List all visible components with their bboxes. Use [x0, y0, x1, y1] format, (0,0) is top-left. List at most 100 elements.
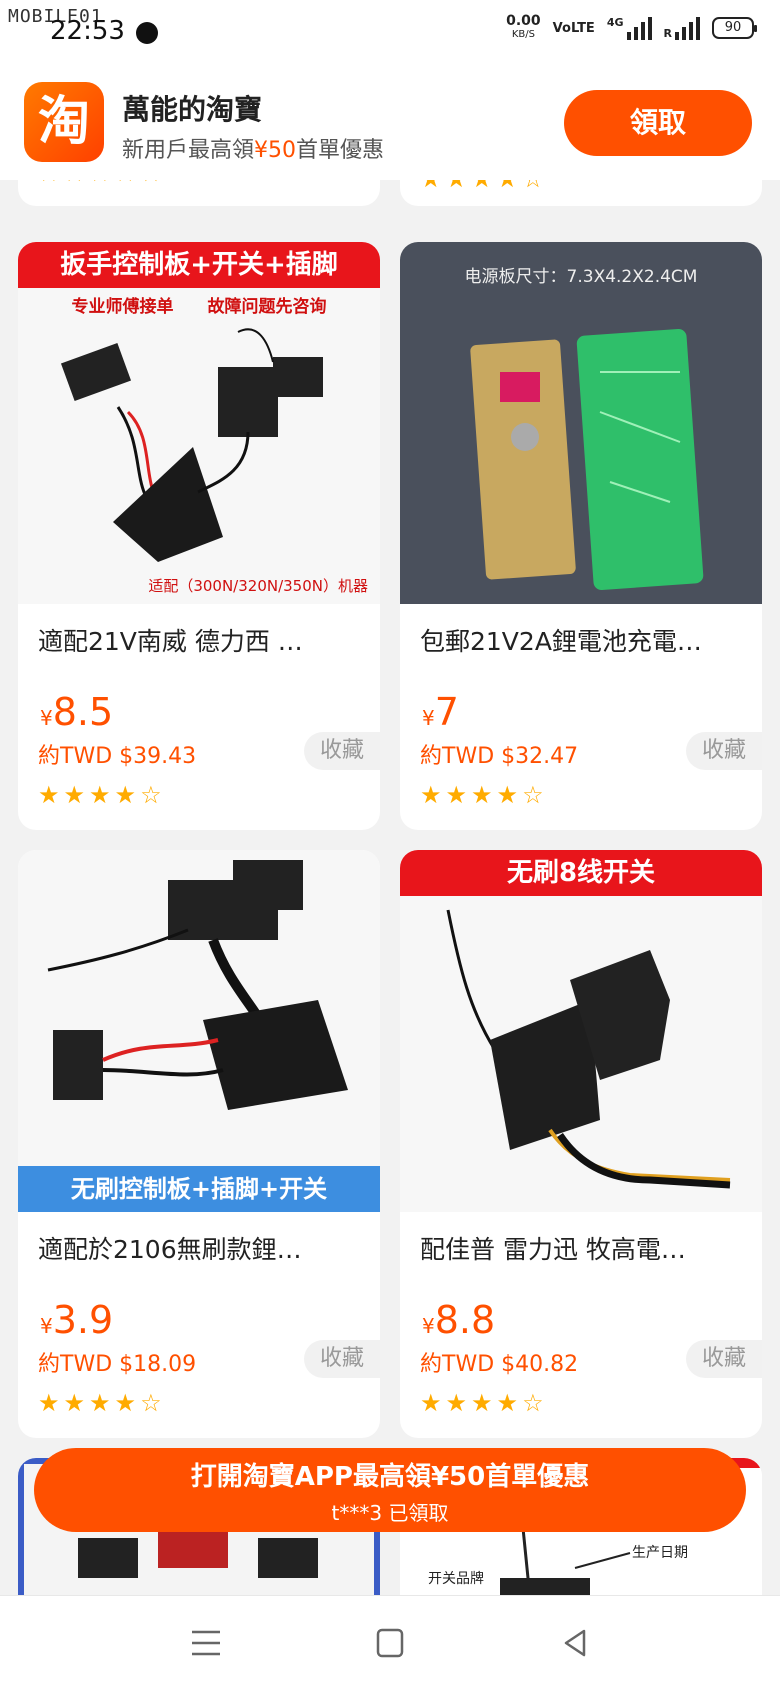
- product-feed[interactable]: ★★★★☆ ★★★★☆ 扳手控制板+开关+插脚 专业师傅接单 故障问题先咨询 适…: [0, 180, 780, 1595]
- system-navigation-bar: [0, 1595, 780, 1690]
- star-empty-icon: ☆: [522, 1389, 544, 1417]
- back-triangle-icon[interactable]: [556, 1626, 596, 1660]
- product-price: ¥8.8: [422, 1298, 495, 1342]
- rating-stars: ★★★★☆: [420, 782, 544, 808]
- status-icons: 0.00 KB/S VoLTE 4G R 90: [506, 14, 757, 42]
- product-image[interactable]: 扳手控制板+开关+插脚 专业师傅接单 故障问题先咨询 适配（300N/320N/…: [18, 242, 380, 604]
- price-currency: ¥: [40, 1314, 53, 1338]
- star-icon: ★: [471, 781, 493, 809]
- cta-main-text: 打開淘寶APP最高領¥50首單優惠: [190, 1462, 590, 1492]
- home-square-icon[interactable]: [370, 1626, 410, 1660]
- diagram-label: 生产日期: [632, 1545, 688, 1561]
- open-app-cta-button[interactable]: 打開淘寶APP最高領¥50首單優惠 t***3 已領取: [34, 1448, 746, 1532]
- price-twd: 約TWD $40.82: [420, 1352, 579, 1377]
- app-subtitle-post: 首單優惠: [296, 138, 385, 163]
- claim-button[interactable]: 領取: [564, 90, 752, 156]
- price-value: 8.5: [52, 690, 114, 734]
- favorite-button[interactable]: 收藏: [686, 732, 762, 770]
- product-card-partial[interactable]: ★★★★☆: [18, 180, 380, 206]
- app-subtitle-amount: ¥50: [254, 138, 297, 163]
- power-board-illustration: [470, 329, 704, 590]
- net-speed: 0.00 KB/S: [506, 14, 541, 42]
- star-icon: ★: [38, 180, 60, 186]
- product-title[interactable]: 適配21V南威 德力西 …: [38, 622, 358, 658]
- star-icon: ★: [420, 1389, 442, 1417]
- price-twd: 約TWD $39.43: [38, 744, 197, 769]
- star-icon: ★: [114, 1389, 137, 1417]
- star-icon: ★: [89, 1389, 111, 1417]
- star-icon: ★: [471, 1389, 493, 1417]
- star-empty-icon: ☆: [522, 781, 544, 809]
- star-icon: ★: [420, 781, 442, 809]
- star-icon: ★: [63, 1389, 86, 1417]
- net-speed-unit: KB/S: [511, 29, 535, 40]
- star-icon: ★: [64, 180, 86, 186]
- product-card[interactable]: 无刷8线开关 配佳普 雷力迅 牧高電… ¥8.8 約TWD $40.82 收藏 …: [400, 850, 762, 1438]
- product-price: ¥8.5: [40, 690, 113, 734]
- image-footer-banner: 无刷控制板+插脚+开关: [18, 1166, 380, 1212]
- star-icon: ★: [63, 781, 86, 809]
- product-image[interactable]: 无刷控制板+插脚+开关: [18, 850, 380, 1212]
- product-image[interactable]: 无刷8线开关: [400, 850, 762, 1212]
- product-image[interactable]: 电源板尺寸：7.3X4.2X2.4CM: [400, 242, 762, 604]
- menu-icon[interactable]: [186, 1626, 226, 1660]
- favorite-button[interactable]: 收藏: [304, 1340, 380, 1378]
- status-time: 22:53: [50, 16, 125, 46]
- star-icon: ★: [471, 180, 493, 192]
- price-twd: 約TWD $18.09: [38, 1352, 197, 1377]
- product-card[interactable]: 无刷控制板+插脚+开关 適配於2106無刷款鋰… ¥3.9 約TWD $18.0…: [18, 850, 380, 1438]
- app-subtitle: 新用戶最高領¥50首單優惠: [122, 132, 384, 164]
- app-download-banner[interactable]: 淘 萬能的淘寶 新用戶最高領¥50首單優惠 領取: [0, 62, 780, 180]
- roaming-label: R: [663, 27, 672, 40]
- product-card[interactable]: 电源板尺寸：7.3X4.2X2.4CM 包郵21V2A鋰電池充電… ¥7 約TW…: [400, 242, 762, 830]
- cta-sub-text: t***3 已領取: [331, 1501, 449, 1525]
- rating-stars: ★★★★☆: [38, 782, 162, 808]
- signal-roaming-icon: R: [664, 16, 700, 40]
- price-value: 8.8: [434, 1298, 496, 1342]
- star-icon: ★: [496, 781, 519, 809]
- star-empty-icon: ☆: [140, 781, 162, 809]
- star-icon: ★: [38, 1389, 60, 1417]
- star-empty-icon: ☆: [140, 180, 162, 186]
- star-icon: ★: [446, 180, 468, 192]
- product-title[interactable]: 適配於2106無刷款鋰…: [38, 1230, 358, 1266]
- star-empty-icon: ☆: [140, 1389, 162, 1417]
- favorite-button[interactable]: 收藏: [304, 732, 380, 770]
- price-value: 7: [434, 690, 459, 734]
- diagram-label: 开关品牌: [428, 1571, 484, 1587]
- star-icon: ★: [115, 180, 137, 186]
- price-currency: ¥: [40, 706, 53, 730]
- app-subtitle-pre: 新用戶最高領: [122, 138, 255, 163]
- star-icon: ★: [445, 781, 468, 809]
- rating-stars: ★★★★☆: [38, 180, 162, 186]
- notification-dot-icon: [136, 22, 158, 44]
- price-twd: 約TWD $32.47: [420, 744, 579, 769]
- product-card-partial[interactable]: ★★★★☆: [400, 180, 762, 206]
- star-icon: ★: [38, 781, 60, 809]
- price-value: 3.9: [52, 1298, 114, 1342]
- price-currency: ¥: [422, 706, 435, 730]
- product-title[interactable]: 配佳普 雷力迅 牧高電…: [420, 1230, 740, 1266]
- product-title[interactable]: 包郵21V2A鋰電池充電…: [420, 622, 740, 658]
- taobao-logo-icon: 淘: [24, 82, 104, 162]
- controller-board-illustration: [60, 328, 323, 562]
- net-type-label: 4G: [606, 16, 624, 29]
- status-bar: MOBILE01 22:53 0.00 KB/S VoLTE 4G R 90: [0, 0, 780, 62]
- product-price: ¥3.9: [40, 1298, 113, 1342]
- rating-stars: ★★★★☆: [38, 1390, 162, 1416]
- volte-icon: VoLTE: [552, 20, 595, 36]
- star-icon: ★: [89, 180, 111, 186]
- star-icon: ★: [420, 180, 442, 192]
- star-empty-icon: ☆: [522, 180, 544, 192]
- image-footer-text: 适配（300N/320N/350N）机器: [148, 577, 368, 595]
- net-speed-value: 0.00: [506, 13, 541, 29]
- product-card[interactable]: 扳手控制板+开关+插脚 专业师傅接单 故障问题先咨询 适配（300N/320N/…: [18, 242, 380, 830]
- rating-stars: ★★★★☆: [420, 180, 544, 192]
- rating-stars: ★★★★☆: [420, 1390, 544, 1416]
- signal-4g-icon: 4G: [607, 16, 652, 40]
- price-currency: ¥: [422, 1314, 435, 1338]
- product-price: ¥7: [422, 690, 459, 734]
- battery-icon: 90: [712, 17, 757, 39]
- app-title: 萬能的淘寶: [122, 93, 263, 126]
- favorite-button[interactable]: 收藏: [686, 1340, 762, 1378]
